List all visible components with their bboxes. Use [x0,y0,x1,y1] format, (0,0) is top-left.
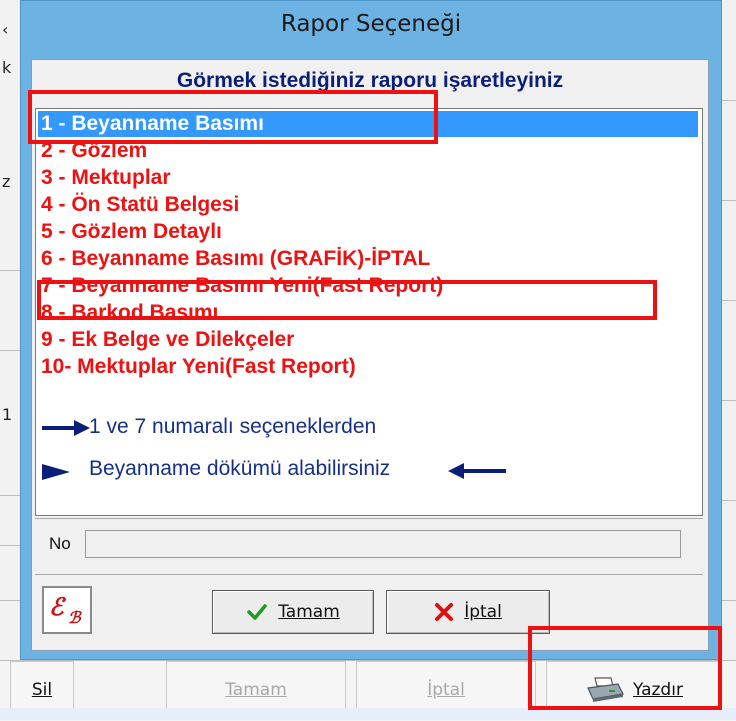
no-label: No [49,534,71,553]
note-line-2: Beyanname dökümü alabilirsiniz [89,457,391,480]
list-heading: Görmek istediğiniz raporu işaretleyiniz [176,69,564,92]
list-item-on-statu-belgesi[interactable]: 4 - Ön Statü Belgesi [38,192,698,218]
background-app-left-edge: ‹ k z 1 [0,0,21,660]
iptal-button-label: İptal [464,602,502,622]
report-options-dialog: Rapor Seçeneği Görmek istediğiniz raporu… [20,0,722,660]
eb-logo: ℰ ℬ [42,586,92,634]
report-listbox[interactable]: 1 - Beyanname Basımı 2 - Gözlem 3 - Mekt… [35,108,703,516]
arrow-icon [42,464,70,480]
divider [722,500,736,501]
divider [0,270,20,271]
list-item-beyanname-basimi-grafik-iptal[interactable]: 6 - Beyanname Basımı (GRAFİK)-İPTAL [38,246,698,272]
divider [722,300,736,301]
list-item-gozlem-detayli[interactable]: 5 - Gözlem Detaylı [38,219,698,245]
divider [0,545,20,546]
background-fragment: ‹ [2,20,9,39]
svg-text:ℰ: ℰ [49,592,67,621]
divider [722,200,736,201]
toolbar-tamam-label: Tamam [225,680,287,700]
iptal-button[interactable]: İptal [386,590,550,634]
list-item-mektuplar[interactable]: 3 - Mektuplar [38,165,698,191]
no-row: No [35,524,703,570]
list-item-beyanname-basimi-yeni-fast-report[interactable]: 7 - Beyanname Basımı Yeni(Fast Report) [38,273,698,299]
dialog-client-area: Görmek istediğiniz raporu işaretleyiniz … [31,59,709,651]
list-item-ek-belge-ve-dilekceler[interactable]: 9 - Ek Belge ve Dilekçeler [38,327,698,353]
tamam-button-label: Tamam [278,602,340,622]
divider [0,350,20,351]
list-item-beyanname-basimi[interactable]: 1 - Beyanname Basımı [38,111,698,137]
list-item-barkod-basimi[interactable]: 8 - Barkod Basımı [38,300,698,326]
note-line-1: 1 ve 7 numaralı seçeneklerden [89,415,377,438]
divider [0,600,20,601]
tamam-button[interactable]: Tamam [212,590,374,634]
divider [35,518,703,519]
background-app-right-edge [721,0,736,660]
status-strip [0,708,736,720]
x-icon [435,603,454,621]
background-fragment: 1 [2,405,13,424]
divider [722,400,736,401]
divider [35,574,703,575]
divider [0,495,20,496]
yazdir-button-label: Yazdır [633,680,683,700]
sil-button-label: Sil [31,680,53,700]
list-item-gozlem[interactable]: 2 - Gözlem [38,138,698,164]
background-fragment: k [2,58,12,77]
no-field[interactable] [85,530,681,558]
background-fragment: z [2,172,11,191]
list-item-mektuplar-yeni-fast-report[interactable]: 10- Mektuplar Yeni(Fast Report) [38,354,698,380]
eb-logo-icon: ℰ ℬ [49,592,82,627]
divider [722,100,736,101]
arrow-icon [448,463,506,479]
arrow-icon [42,420,90,436]
printer-icon [587,677,624,702]
checkmark-icon [247,604,267,620]
divider [722,600,736,601]
dialog-title: Rapor Seçeneği [280,11,462,37]
toolbar-iptal-label: İptal [427,680,465,700]
svg-text:ℬ: ℬ [68,608,82,627]
